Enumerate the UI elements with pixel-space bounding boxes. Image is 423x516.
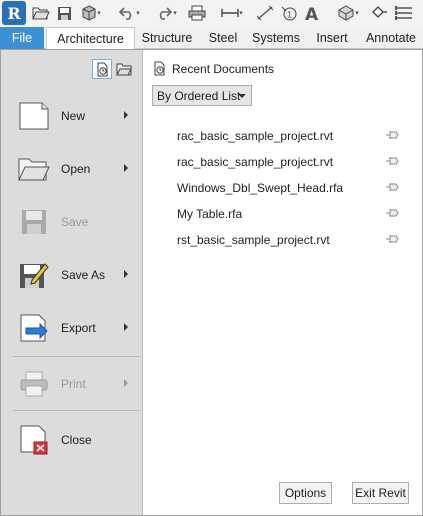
printer-icon: [15, 366, 53, 402]
tab-insert[interactable]: Insert: [311, 27, 353, 49]
app-letter: R: [7, 3, 21, 23]
sort-order-dropdown[interactable]: By Ordered List: [152, 85, 252, 106]
menu-item-label: Export: [61, 321, 96, 335]
recent-documents-heading-icon: [154, 61, 165, 76]
open-documents-icon[interactable]: [114, 59, 134, 79]
sync-icon[interactable]: ▾: [78, 3, 104, 23]
tab-file[interactable]: File: [0, 27, 44, 49]
3d-view-icon[interactable]: ▾: [330, 3, 366, 23]
pin-icon[interactable]: [385, 208, 399, 218]
tab-steel[interactable]: Steel: [203, 27, 243, 49]
menu-item-new[interactable]: New: [11, 94, 136, 138]
quick-access-toolbar: R ▾ ▾ ▾ ▾ 1 A ▾: [0, 0, 423, 27]
open-folder-icon: [15, 151, 53, 187]
submenu-arrow-icon: [124, 111, 128, 119]
pin-icon[interactable]: [385, 130, 399, 140]
close-document-icon: [15, 422, 53, 458]
save-as-icon: [15, 257, 53, 293]
pin-icon[interactable]: [385, 234, 399, 244]
svg-text:1: 1: [287, 11, 292, 20]
menu-item-export[interactable]: Export: [11, 306, 136, 350]
export-icon: [15, 310, 53, 346]
tab-architecture[interactable]: Architecture: [46, 27, 135, 50]
recent-document-item[interactable]: rac_basic_sample_project.rvt: [177, 127, 407, 145]
recent-document-item[interactable]: My Table.rfa: [177, 205, 407, 223]
measure-icon[interactable]: ▾: [215, 3, 249, 23]
redo-icon[interactable]: ▾: [149, 3, 183, 23]
pin-icon[interactable]: [385, 182, 399, 192]
pin-icon[interactable]: [385, 156, 399, 166]
submenu-arrow-icon: [124, 323, 128, 331]
switch-windows-icon[interactable]: [393, 3, 415, 23]
menu-item-label: Print: [61, 377, 86, 391]
options-button[interactable]: Options: [279, 482, 332, 504]
application-menu: New Open Save Save As Export Print Close…: [0, 49, 423, 516]
submenu-arrow-icon: [124, 379, 128, 387]
recent-documents-icon[interactable]: [92, 59, 112, 79]
menu-item-save[interactable]: Save: [11, 200, 136, 244]
recent-document-item[interactable]: rst_basic_sample_project.rvt: [177, 231, 407, 249]
save-icon[interactable]: [55, 3, 73, 23]
text-icon[interactable]: A: [302, 3, 322, 23]
menu-separator: [13, 410, 141, 411]
new-icon: [15, 98, 53, 134]
undo-icon[interactable]: ▾: [113, 3, 145, 23]
ribbon-tabs: File Architecture Structure Steel System…: [0, 27, 423, 50]
recent-documents-heading: Recent Documents: [152, 61, 274, 76]
submenu-arrow-icon: [124, 270, 128, 278]
recent-document-item[interactable]: rac_basic_sample_project.rvt: [177, 153, 407, 171]
svg-text:A: A: [305, 5, 319, 21]
menu-item-open[interactable]: Open: [11, 147, 136, 191]
menu-item-label: New: [61, 109, 86, 123]
print-icon[interactable]: [187, 3, 207, 23]
menu-separator: [13, 356, 141, 357]
tab-systems[interactable]: Systems: [249, 27, 303, 49]
menu-item-close[interactable]: Close: [11, 418, 136, 462]
tab-annotate[interactable]: Annotate: [361, 27, 421, 49]
menu-item-print[interactable]: Print: [11, 362, 136, 406]
tab-structure[interactable]: Structure: [137, 27, 197, 49]
sort-order-value: By Ordered List: [157, 88, 241, 103]
chevron-down-icon: [238, 94, 246, 98]
exit-revit-button[interactable]: Exit Revit: [352, 482, 409, 504]
section-icon[interactable]: [369, 3, 389, 23]
recent-documents-title: Recent Documents: [172, 61, 275, 76]
recent-document-item[interactable]: Windows_Dbl_Swept_Head.rfa: [177, 179, 407, 197]
menu-item-label: Close: [61, 433, 92, 447]
tag-icon[interactable]: 1: [279, 3, 299, 23]
menu-item-label: Save As: [61, 268, 106, 282]
app-icon[interactable]: R: [2, 1, 26, 25]
open-icon[interactable]: [31, 3, 51, 23]
menu-item-label: Save: [61, 215, 89, 229]
menu-item-label: Open: [61, 162, 91, 176]
submenu-arrow-icon: [124, 164, 128, 172]
save-disk-icon: [15, 204, 53, 240]
menu-left-pane: New Open Save Save As Export Print Close: [1, 50, 143, 515]
dimension-icon[interactable]: [254, 3, 276, 23]
menu-item-save-as[interactable]: Save As: [11, 253, 136, 297]
